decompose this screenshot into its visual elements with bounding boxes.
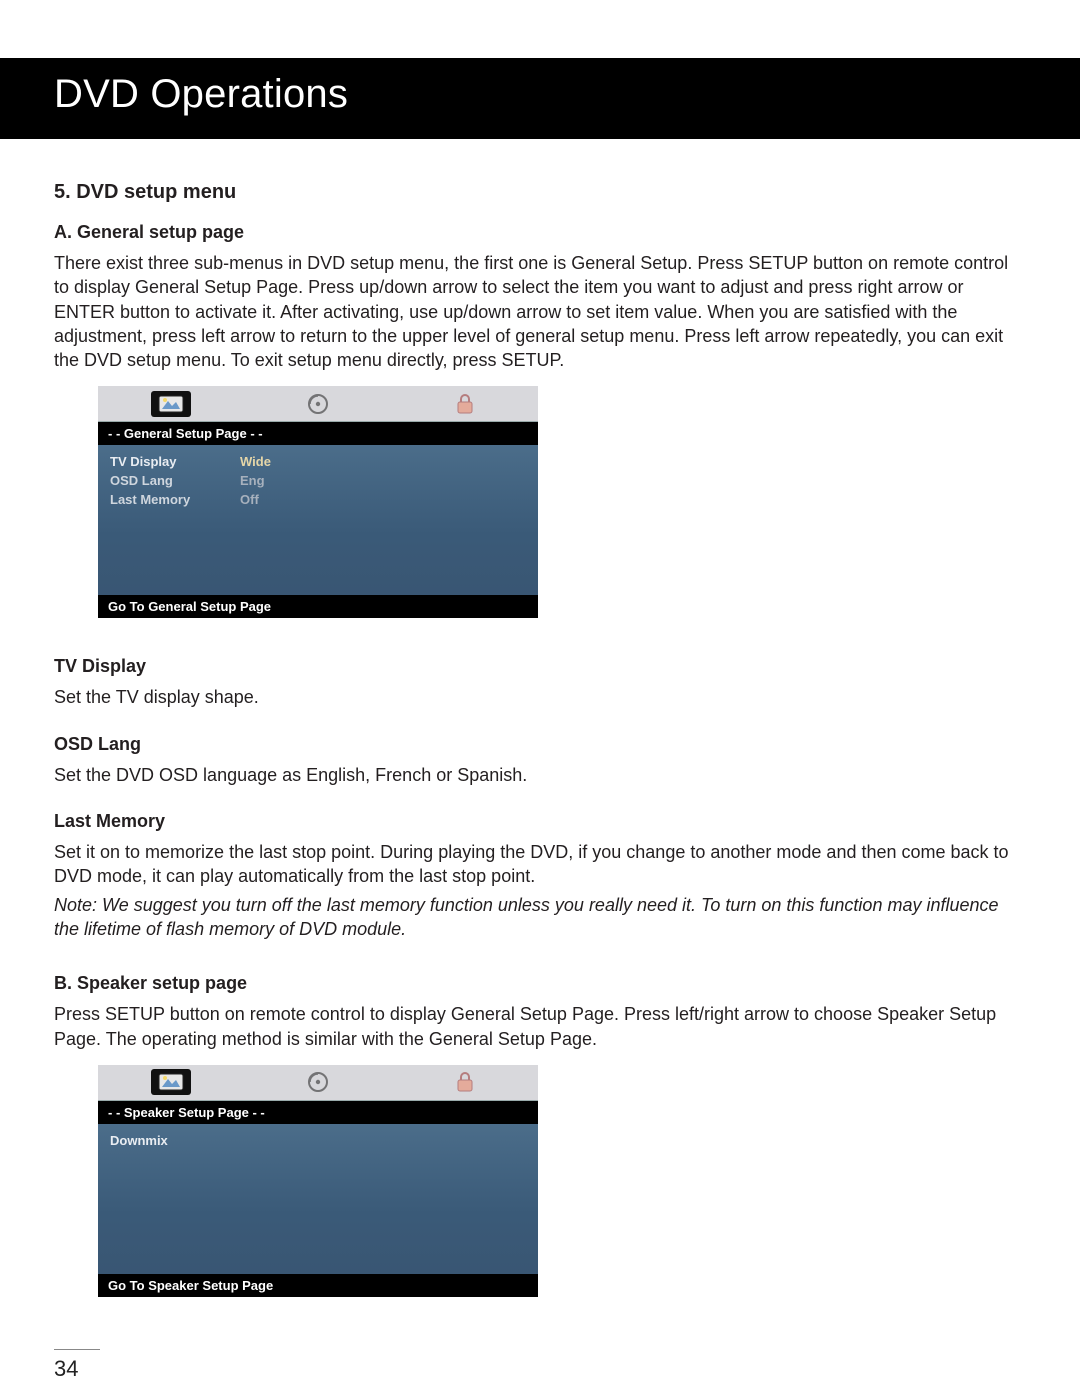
osd-row: TV Display Wide: [110, 453, 526, 472]
osd-row-label: Last Memory: [110, 491, 240, 510]
picture-icon: [151, 1069, 191, 1095]
last-memory-heading: Last Memory: [54, 811, 1026, 832]
osd-body: Downmix: [98, 1124, 538, 1274]
osd-body: TV Display Wide OSD Lang Eng Last Memory…: [98, 445, 538, 595]
osd-row: Last Memory Off: [110, 491, 526, 510]
tv-display-heading: TV Display: [54, 656, 1026, 677]
osd-row-label: OSD Lang: [110, 472, 240, 491]
osd-row-label: Downmix: [110, 1132, 240, 1151]
last-memory-text: Set it on to memorize the last stop poin…: [54, 840, 1026, 889]
picture-icon: [151, 391, 191, 417]
osd-title-bar: - - General Setup Page - -: [98, 422, 538, 445]
osd-tabs: [98, 386, 538, 422]
osd-title-bar: - - Speaker Setup Page - -: [98, 1101, 538, 1124]
last-memory-note: Note: We suggest you turn off the last m…: [54, 893, 1026, 942]
lock-icon: [445, 1069, 485, 1095]
tv-display-text: Set the TV display shape.: [54, 685, 1026, 709]
osd-footer-bar: Go To Speaker Setup Page: [98, 1274, 538, 1297]
subsection-b-paragraph: Press SETUP button on remote control to …: [54, 1002, 1026, 1051]
subsection-a-heading: A. General setup page: [54, 222, 1026, 243]
osd-row: OSD Lang Eng: [110, 472, 526, 491]
osd-lang-text: Set the DVD OSD language as English, Fre…: [54, 763, 1026, 787]
osd-lang-heading: OSD Lang: [54, 734, 1026, 755]
page-title-bar: DVD Operations: [0, 58, 1080, 139]
page-title: DVD Operations: [54, 72, 348, 116]
manual-page: DVD Operations 5. DVD setup menu A. Gene…: [0, 0, 1080, 1395]
osd-general-setup-screenshot: - - General Setup Page - - TV Display Wi…: [98, 386, 538, 618]
osd-row-label: TV Display: [110, 453, 240, 472]
subsection-b-heading: B. Speaker setup page: [54, 973, 1026, 994]
osd-row-value: Wide: [240, 453, 271, 472]
lock-icon: [445, 391, 485, 417]
osd-row-value: Off: [240, 491, 259, 510]
top-margin: [0, 0, 1080, 58]
osd-row: Downmix: [110, 1132, 526, 1151]
content-area: 5. DVD setup menu A. General setup page …: [0, 181, 1080, 1382]
subsection-a-paragraph: There exist three sub-menus in DVD setup…: [54, 251, 1026, 372]
section-5-heading: 5. DVD setup menu: [54, 181, 1026, 204]
disc-icon: [298, 1069, 338, 1095]
page-number: 34: [54, 1356, 1026, 1382]
osd-footer-bar: Go To General Setup Page: [98, 595, 538, 618]
osd-tabs: [98, 1065, 538, 1101]
osd-speaker-setup-screenshot: - - Speaker Setup Page - - Downmix Go To…: [98, 1065, 538, 1297]
disc-icon: [298, 391, 338, 417]
osd-row-value: Eng: [240, 472, 265, 491]
footer-rule: [54, 1349, 100, 1350]
